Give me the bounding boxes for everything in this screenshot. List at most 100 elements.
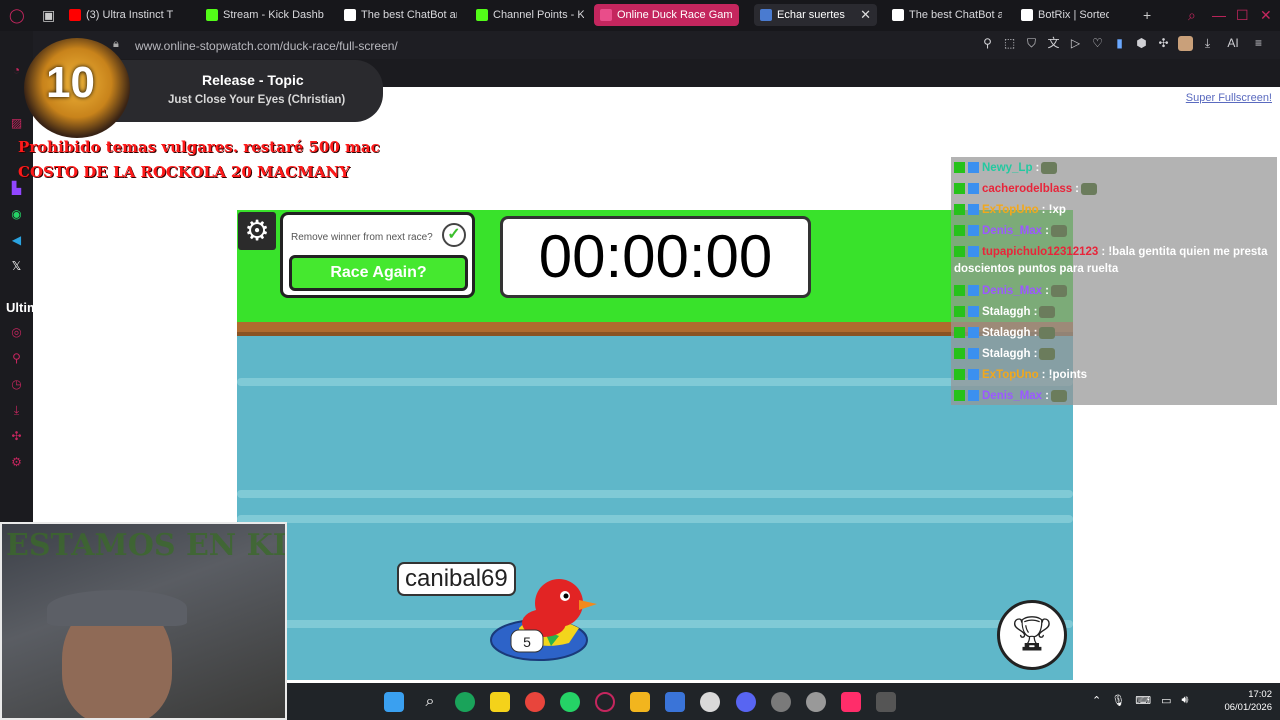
extensions-icon[interactable]: ✣ (9, 429, 24, 444)
edge-icon[interactable] (455, 692, 475, 712)
badge-icon (968, 390, 979, 401)
whatsapp-icon[interactable] (560, 692, 580, 712)
emote-icon (1050, 284, 1067, 297)
tab[interactable]: (3) Ultra Instinct T (63, 4, 193, 26)
url-field[interactable]: www.online-stopwatch.com/duck-race/full-… (135, 39, 398, 53)
chat-username[interactable]: Newy_Lp (982, 162, 1033, 174)
opera-icon[interactable] (595, 692, 615, 712)
browser-tab-bar: ◯ ▣ (3) Ultra Instinct T Stream - Kick Da… (0, 0, 1280, 31)
music-logo: 10 (24, 38, 130, 138)
aria-ai-button[interactable]: AI (1222, 36, 1244, 51)
folder-icon[interactable] (630, 692, 650, 712)
extension-icon[interactable]: ▮ (1112, 36, 1127, 51)
chat-text: : !points (1041, 368, 1088, 381)
twitch-icon[interactable]: ▙ (9, 181, 24, 196)
cube-icon[interactable]: ⬢ (1134, 36, 1149, 51)
close-window-icon[interactable]: ✕ (1260, 7, 1272, 23)
menu-icon[interactable]: ≡ (1251, 36, 1266, 51)
volume-icon[interactable]: 🔊︎ (1181, 694, 1188, 707)
emote-icon (1039, 347, 1056, 360)
shield-icon[interactable]: ⛉ (1024, 36, 1039, 51)
notes-icon[interactable] (490, 692, 510, 712)
music-logo-text: 10 (46, 58, 95, 107)
network-icon[interactable]: ▭ (1161, 694, 1171, 707)
discord-icon[interactable] (736, 692, 756, 712)
player-icon[interactable]: ◎ (9, 325, 24, 340)
tab-favicon-icon (892, 9, 904, 21)
maximize-icon[interactable]: ☐ (1236, 7, 1249, 23)
downloads-icon[interactable]: ⤓ (9, 403, 24, 418)
keyboard-icon[interactable]: ⌨ (1135, 694, 1151, 707)
now-playing-title: Release - Topic (202, 72, 304, 88)
tab[interactable]: Echar suertes ✕ (754, 4, 877, 26)
search-tabs-icon[interactable]: ⌕ (1188, 7, 1196, 23)
telegram-icon[interactable]: ◀ (9, 233, 24, 248)
new-tab-button[interactable]: + (1143, 7, 1151, 23)
remove-winner-checkbox[interactable]: ✓ (442, 223, 466, 247)
chrome-icon[interactable] (525, 692, 545, 712)
x-icon[interactable]: 𝕏 (9, 259, 24, 274)
chat-username[interactable]: Stalaggh (982, 348, 1031, 360)
chat-username[interactable]: ExTopUno (982, 369, 1039, 381)
emote-icon (1039, 326, 1056, 339)
tab-favicon-icon (344, 9, 356, 21)
minimize-icon[interactable]: — (1212, 7, 1226, 23)
pin-icon[interactable]: ⚲ (980, 36, 995, 51)
duck-number: 5 (523, 634, 531, 650)
profile-avatar[interactable] (1178, 36, 1193, 51)
clock[interactable]: 17:02 06/01/2026 (1224, 688, 1272, 714)
pinboard-icon[interactable]: ⚲ (9, 351, 24, 366)
settings-gear-button[interactable]: ⚙ (238, 212, 276, 250)
chat-username[interactable]: Denis_Max (982, 225, 1042, 237)
history-icon[interactable]: ◔ (9, 63, 24, 78)
chat-username[interactable]: Stalaggh (982, 306, 1031, 318)
kick-badge-icon (954, 285, 965, 296)
tiktok-icon[interactable] (841, 692, 861, 712)
puzzle-icon[interactable]: ✣ (1156, 36, 1171, 51)
emote-icon (1039, 305, 1056, 318)
chat-username[interactable]: Denis_Max (982, 390, 1042, 402)
tab[interactable]: The best ChatBot and (338, 4, 463, 26)
search-icon[interactable]: ⌕ (420, 692, 440, 712)
heart-icon[interactable]: ♡ (1090, 36, 1105, 51)
microphone-icon[interactable]: 🎙︎ (1111, 694, 1125, 707)
whatsapp-icon[interactable]: ◉ (9, 207, 24, 222)
chat-text: : (1045, 389, 1049, 402)
opera-menu-icon[interactable]: ◯ (9, 7, 25, 23)
chevron-up-icon[interactable]: ⌃ (1092, 694, 1101, 707)
flow-icon[interactable]: ▨ (9, 116, 24, 131)
steam-icon[interactable] (806, 692, 826, 712)
tab[interactable]: BotRix | Sorteos (1015, 4, 1115, 26)
super-fullscreen-link[interactable]: Super Fullscreen! (1186, 92, 1272, 104)
wave (237, 620, 1073, 628)
race-again-button[interactable]: Race Again? (289, 255, 468, 291)
river-bank (237, 322, 1073, 336)
obs-icon[interactable] (771, 692, 791, 712)
tab[interactable]: The best ChatBot and (886, 4, 1008, 26)
tab[interactable]: Channel Points - Kick (470, 4, 590, 26)
app-icon[interactable] (700, 692, 720, 712)
settings-icon[interactable]: ⚙ (9, 455, 24, 470)
start-icon[interactable] (384, 692, 404, 712)
tab-close-button[interactable]: ✕ (860, 7, 871, 23)
toolbar-icons: ⚲ ⬚ ⛉ 文 ▷ ♡ ▮ ⬢ ✣ ⤓ AI ≡ (980, 36, 1266, 51)
clock-icon[interactable]: ◷ (9, 377, 24, 392)
tab-favicon-icon (760, 9, 772, 21)
snapshot-icon[interactable]: ⬚ (1002, 36, 1017, 51)
tab[interactable]: Stream - Kick Dashbo (200, 4, 330, 26)
store-icon[interactable] (665, 692, 685, 712)
tab[interactable]: Online Duck Race Gam (594, 4, 739, 26)
chat-username[interactable]: Stalaggh (982, 327, 1031, 339)
badge-icon (968, 306, 979, 317)
wave (237, 490, 1073, 498)
chat-username[interactable]: cacherodelblass (982, 183, 1072, 195)
download-icon[interactable]: ⤓ (1200, 36, 1215, 51)
chat-username[interactable]: ExTopUno (982, 204, 1039, 216)
translate-icon[interactable]: 文 (1046, 36, 1061, 51)
chat-username[interactable]: Denis_Max (982, 285, 1042, 297)
app-icon[interactable] (876, 692, 896, 712)
play-icon[interactable]: ▷ (1068, 36, 1083, 51)
tab-overview-icon[interactable]: ▣ (42, 7, 55, 23)
chat-username[interactable]: tupapichulo12312123 (982, 246, 1098, 258)
trophy-button[interactable]: 🏆︎ (997, 600, 1067, 670)
